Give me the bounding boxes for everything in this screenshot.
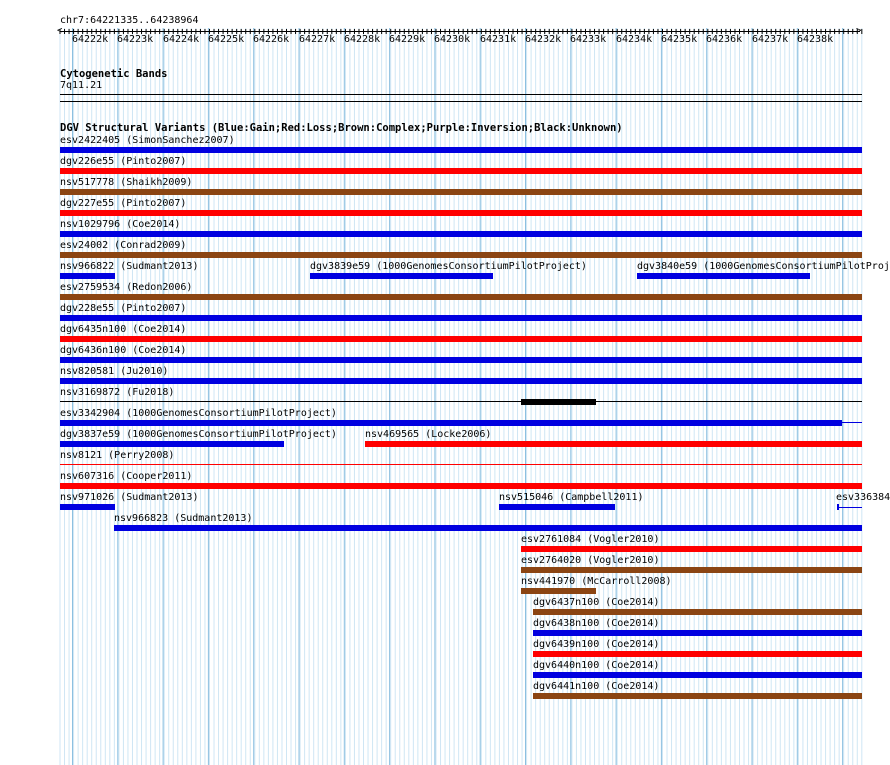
feature-label[interactable]: esv336384 [836,492,890,504]
feature-label[interactable]: dgv3839e59 (1000GenomesConsortiumPilotPr… [310,261,587,273]
feature-label[interactable]: dgv227e55 (Pinto2007) [60,198,186,210]
feature-bar[interactable] [310,273,493,279]
feature-bar[interactable] [533,609,862,615]
feature-bar[interactable] [365,441,862,447]
ruler-tick-label: 64227k [299,34,336,45]
feature-bar[interactable] [533,693,862,699]
feature-bar[interactable] [60,252,862,258]
feature-label[interactable]: dgv6440n100 (Coe2014) [533,660,659,672]
ruler-tick-label: 64226k [253,34,290,45]
ruler-tick-label: 64225k [208,34,245,45]
feature-bar[interactable] [521,567,862,573]
ruler-tick-label: 64233k [570,34,607,45]
feature-label[interactable]: esv2761084 (Vogler2010) [521,534,659,546]
feature-bar[interactable] [521,546,862,552]
ruler-tick-label: 64231k [480,34,517,45]
feature-label[interactable]: esv24002 (Conrad2009) [60,240,186,252]
feature-bar[interactable] [60,464,862,465]
feature-bar[interactable] [60,147,862,153]
ruler-tick-label: 64229k [389,34,426,45]
ruler-tick-label: 64230k [434,34,471,45]
feature-label[interactable]: nsv8121 (Perry2008) [60,450,174,462]
feature-label[interactable]: dgv6436n100 (Coe2014) [60,345,186,357]
feature-bar[interactable] [60,504,115,510]
dgv-track-title: DGV Structural Variants (Blue:Gain;Red:L… [60,122,623,134]
feature-connector [60,401,862,402]
feature-label[interactable]: dgv6441n100 (Coe2014) [533,681,659,693]
ruler-tick-label: 64222k [72,34,109,45]
feature-label[interactable]: esv2759534 (Redon2006) [60,282,192,294]
ruler-axis [60,31,860,32]
ruler-tick-label: 64223k [117,34,154,45]
feature-bar[interactable] [60,168,862,174]
cytoband-top-line [60,94,862,95]
ruler-tick-label: 64237k [752,34,789,45]
feature-bar[interactable] [60,336,862,342]
ruler-tick-label: 64238k [797,34,834,45]
feature-bar[interactable] [60,189,862,195]
feature-bar[interactable] [521,588,596,594]
feature-label[interactable]: nsv971026 (Sudmant2013) [60,492,198,504]
ruler-tick-label: 64234k [616,34,653,45]
feature-bar[interactable] [60,294,862,300]
feature-label[interactable]: nsv517778 (Shaikh2009) [60,177,192,189]
feature-label[interactable]: dgv228e55 (Pinto2007) [60,303,186,315]
ruler-right-arrow: > [856,26,862,36]
feature-label[interactable]: nsv515046 (Campbell2011) [499,492,644,504]
feature-bar[interactable] [60,231,862,237]
ruler-tick-label: 64235k [661,34,698,45]
ruler-left-arrow: < [57,26,63,36]
feature-bar[interactable] [60,378,862,384]
feature-label[interactable]: dgv6435n100 (Coe2014) [60,324,186,336]
ruler-tick-label: 64228k [344,34,381,45]
feature-label[interactable]: nsv469565 (Locke2006) [365,429,491,441]
cytoband-track-title: Cytogenetic Bands [60,68,168,80]
coordinate-label: chr7:64221335..64238964 [60,15,199,26]
feature-connector [842,422,862,423]
feature-label[interactable]: dgv6437n100 (Coe2014) [533,597,659,609]
feature-bar[interactable] [533,651,862,657]
feature-bar[interactable] [533,672,862,678]
feature-label[interactable]: nsv966822 (Sudmant2013) [60,261,198,273]
feature-bar[interactable] [521,399,596,405]
ruler-tick-label: 64232k [525,34,562,45]
feature-bar[interactable] [60,357,862,363]
feature-label[interactable]: nsv441970 (McCarroll2008) [521,576,672,588]
feature-bar[interactable] [60,420,842,426]
feature-bar[interactable] [114,525,862,531]
feature-label[interactable]: nsv3169872 (Fu2018) [60,387,174,399]
feature-label[interactable]: dgv6438n100 (Coe2014) [533,618,659,630]
feature-label[interactable]: esv2764020 (Vogler2010) [521,555,659,567]
ruler-tick-label: 64236k [706,34,743,45]
cytoband-name: 7q11.21 [60,80,103,91]
feature-label[interactable]: dgv3840e59 (1000GenomesConsortiumPilotPr… [637,261,890,273]
feature-bar[interactable] [60,483,862,489]
feature-bar[interactable] [60,441,284,447]
feature-label[interactable]: esv3342904 (1000GenomesConsortiumPilotPr… [60,408,337,420]
ruler-tick-label: 64224k [163,34,200,45]
feature-label[interactable]: nsv820581 (Ju2010) [60,366,168,378]
feature-bar[interactable] [637,273,810,279]
feature-label[interactable]: nsv607316 (Cooper2011) [60,471,192,483]
feature-bar[interactable] [60,315,862,321]
feature-label[interactable]: dgv6439n100 (Coe2014) [533,639,659,651]
feature-label[interactable]: esv2422405 (SimonSanchez2007) [60,135,235,147]
feature-bar[interactable] [60,273,115,279]
feature-label[interactable]: nsv1029796 (Coe2014) [60,219,180,231]
feature-label[interactable]: nsv966823 (Sudmant2013) [114,513,252,525]
feature-bar[interactable] [533,630,862,636]
genome-browser-view: chr7:64221335..64238964 < > 64222k 64223k… [0,0,890,765]
cytoband-bottom-line [60,101,862,102]
feature-label[interactable]: dgv226e55 (Pinto2007) [60,156,186,168]
feature-bar[interactable] [499,504,615,510]
feature-label[interactable]: dgv3837e59 (1000GenomesConsortiumPilotPr… [60,429,337,441]
feature-bar[interactable] [60,210,862,216]
feature-connector [839,507,862,508]
